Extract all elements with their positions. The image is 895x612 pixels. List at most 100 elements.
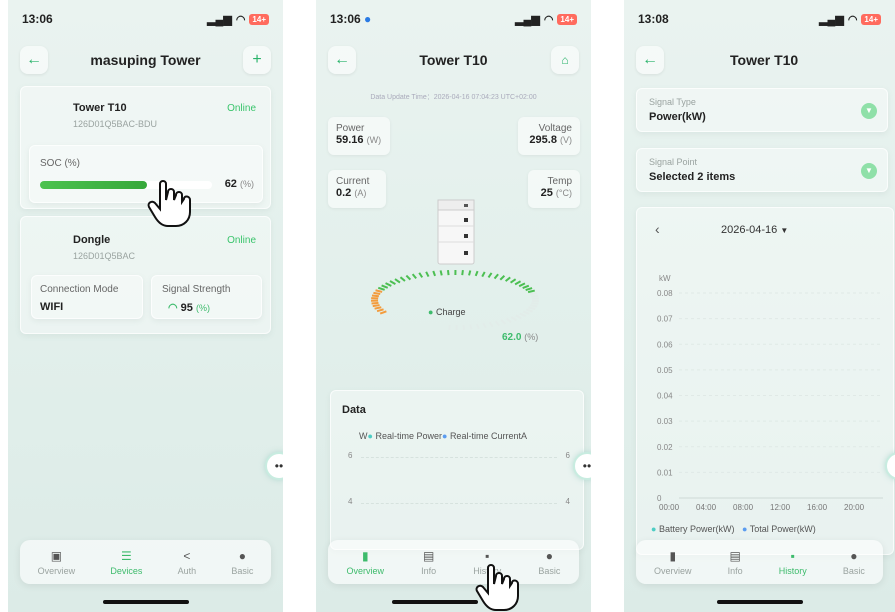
legend-dot-current: ●	[441, 431, 448, 441]
current-value: 0.2	[336, 187, 352, 199]
history-chart-card: ‹ 2026-04-16 ▼ kW 0.08 0.07 0.06 0.05 0.04 0.…	[636, 207, 894, 555]
gauge-tick	[425, 271, 430, 277]
gauge-tick	[405, 274, 412, 281]
info-card-icon: ▤	[423, 548, 435, 563]
charge-percent-unit: (%)	[524, 332, 539, 342]
gauge-tick	[504, 276, 511, 282]
gauge-tick	[394, 278, 401, 284]
signal-strength-unit: (%)	[195, 303, 210, 313]
arrow-left-icon: ←	[334, 51, 350, 68]
tab-devices[interactable]: ☰ Devices	[110, 549, 142, 576]
soc-value: 62	[224, 178, 237, 190]
back-button[interactable]: ←	[20, 46, 48, 74]
gauge-tick	[462, 324, 466, 330]
bottom-tab-bar: ▮ Overview ▤ Info ▪ History ● Basic	[636, 540, 883, 584]
assistant-float-button[interactable]: ••	[265, 452, 283, 480]
status-time: 13:08	[638, 12, 669, 26]
devices-screen: 13:06 ▂▄▆ ◠ 14+ ← masuping Tower + Tower T…	[8, 0, 283, 612]
chevron-down-icon: ▼	[861, 163, 877, 179]
y-tick-label: 0.06	[657, 340, 673, 349]
gauge-tick	[377, 286, 385, 291]
y-tick-label: 0.03	[657, 417, 673, 426]
tick-label: 6	[565, 451, 570, 460]
tick-label: 4	[565, 497, 570, 506]
gauge-tick	[494, 320, 501, 327]
tab-label: Basic	[231, 565, 254, 576]
connection-mode-box: Connection Mode WIFI	[31, 275, 143, 319]
tab-overview[interactable]: ▮ Overview	[654, 549, 692, 576]
gauge-tick	[376, 308, 384, 313]
device-serial: 126D01Q5BAC-BDU	[73, 119, 158, 129]
gridline	[361, 503, 557, 504]
tab-label: Info	[421, 565, 437, 576]
gauge-tick	[531, 302, 539, 305]
plus-icon: +	[252, 51, 262, 68]
gauge-tick	[371, 294, 379, 298]
robot-icon: ••	[582, 459, 591, 473]
tab-overview[interactable]: ▮ Overview	[347, 549, 385, 576]
back-button[interactable]: ←	[328, 46, 356, 74]
voltage-unit: (V)	[560, 135, 572, 145]
gauge-tick	[461, 270, 464, 276]
dongle-serial: 126D01Q5BAC	[73, 251, 136, 261]
battery-tower-image	[437, 199, 475, 265]
voltage-label: Voltage	[538, 123, 572, 134]
gauge-tick	[379, 310, 387, 315]
gauge-tick	[381, 284, 389, 289]
gauge-tick	[446, 269, 450, 276]
tab-history[interactable]: ▪ History	[779, 549, 807, 576]
tab-overview[interactable]: ▣ Overview	[38, 549, 76, 576]
tab-label: Devices	[110, 565, 143, 576]
gridline	[361, 457, 557, 458]
signal-icon: ▂▄▆	[515, 13, 540, 26]
gauge-tick	[432, 270, 437, 277]
gauge-tick	[525, 287, 533, 292]
tab-auth[interactable]: < Auth	[178, 549, 197, 576]
history-icon: ▪	[485, 548, 490, 563]
gauge-tick	[439, 270, 443, 276]
tick-label: 4	[348, 497, 353, 506]
connection-mode-value: WIFI	[40, 301, 64, 313]
wifi-icon: ◠	[847, 13, 858, 26]
wifi-icon: ◠	[235, 13, 246, 26]
tab-info[interactable]: ▤ Info	[421, 549, 436, 576]
gauge-tick	[399, 276, 406, 282]
temp-metric: Temp 25 (°C)	[528, 170, 580, 208]
power-value: 59.16	[336, 134, 364, 146]
current-unit: (A)	[354, 188, 367, 198]
back-button[interactable]: ←	[636, 46, 664, 74]
gauge-tick	[510, 316, 518, 322]
tab-label: History	[778, 565, 807, 576]
page-title: Tower T10	[419, 52, 488, 68]
x-tick-label: 00:00	[659, 503, 680, 512]
gauge-tick	[488, 321, 494, 328]
tab-basic[interactable]: ● Basic	[538, 549, 560, 576]
tab-basic[interactable]: ● Basic	[231, 549, 253, 576]
signal-point-value: Selected 2 items	[649, 171, 736, 183]
gauge-tick	[475, 323, 480, 330]
signal-point-select[interactable]: Signal Point Selected 2 items ▼	[636, 148, 888, 192]
bar-chart-icon: ▮	[669, 548, 677, 563]
history-icon: ▪	[790, 548, 795, 563]
report-button[interactable]: ⌂	[550, 46, 579, 74]
signal-type-select[interactable]: Signal Type Power(kW) ▼	[636, 88, 888, 132]
wifi-signal-icon: ◠	[168, 302, 178, 314]
connection-mode-label: Connection Mode	[40, 284, 119, 295]
tab-info[interactable]: ▤ Info	[728, 549, 743, 576]
gauge-tick	[469, 324, 473, 330]
soc-label: SOC (%)	[40, 158, 80, 169]
robot-icon: ••	[274, 459, 283, 473]
data-chart-card: Data W● Real-time Power● Real-time Curre…	[330, 390, 584, 550]
tab-basic[interactable]: ● Basic	[843, 549, 865, 576]
add-button[interactable]: +	[242, 46, 271, 74]
signal-strength-label: Signal Strength	[162, 284, 231, 295]
gauge-tick	[499, 275, 506, 281]
dongle-card[interactable]: Dongle 126D01Q5BAC Online Connection Mod…	[20, 216, 271, 334]
legend-dot-battery: ●	[651, 524, 657, 534]
gauge-tick	[474, 270, 479, 277]
signal-point-label: Signal Point	[649, 157, 698, 167]
gauge-tick	[522, 310, 530, 315]
voltage-value: 295.8	[529, 134, 557, 146]
hand-pointer-icon	[147, 180, 191, 227]
temp-unit: (°C)	[555, 188, 572, 198]
